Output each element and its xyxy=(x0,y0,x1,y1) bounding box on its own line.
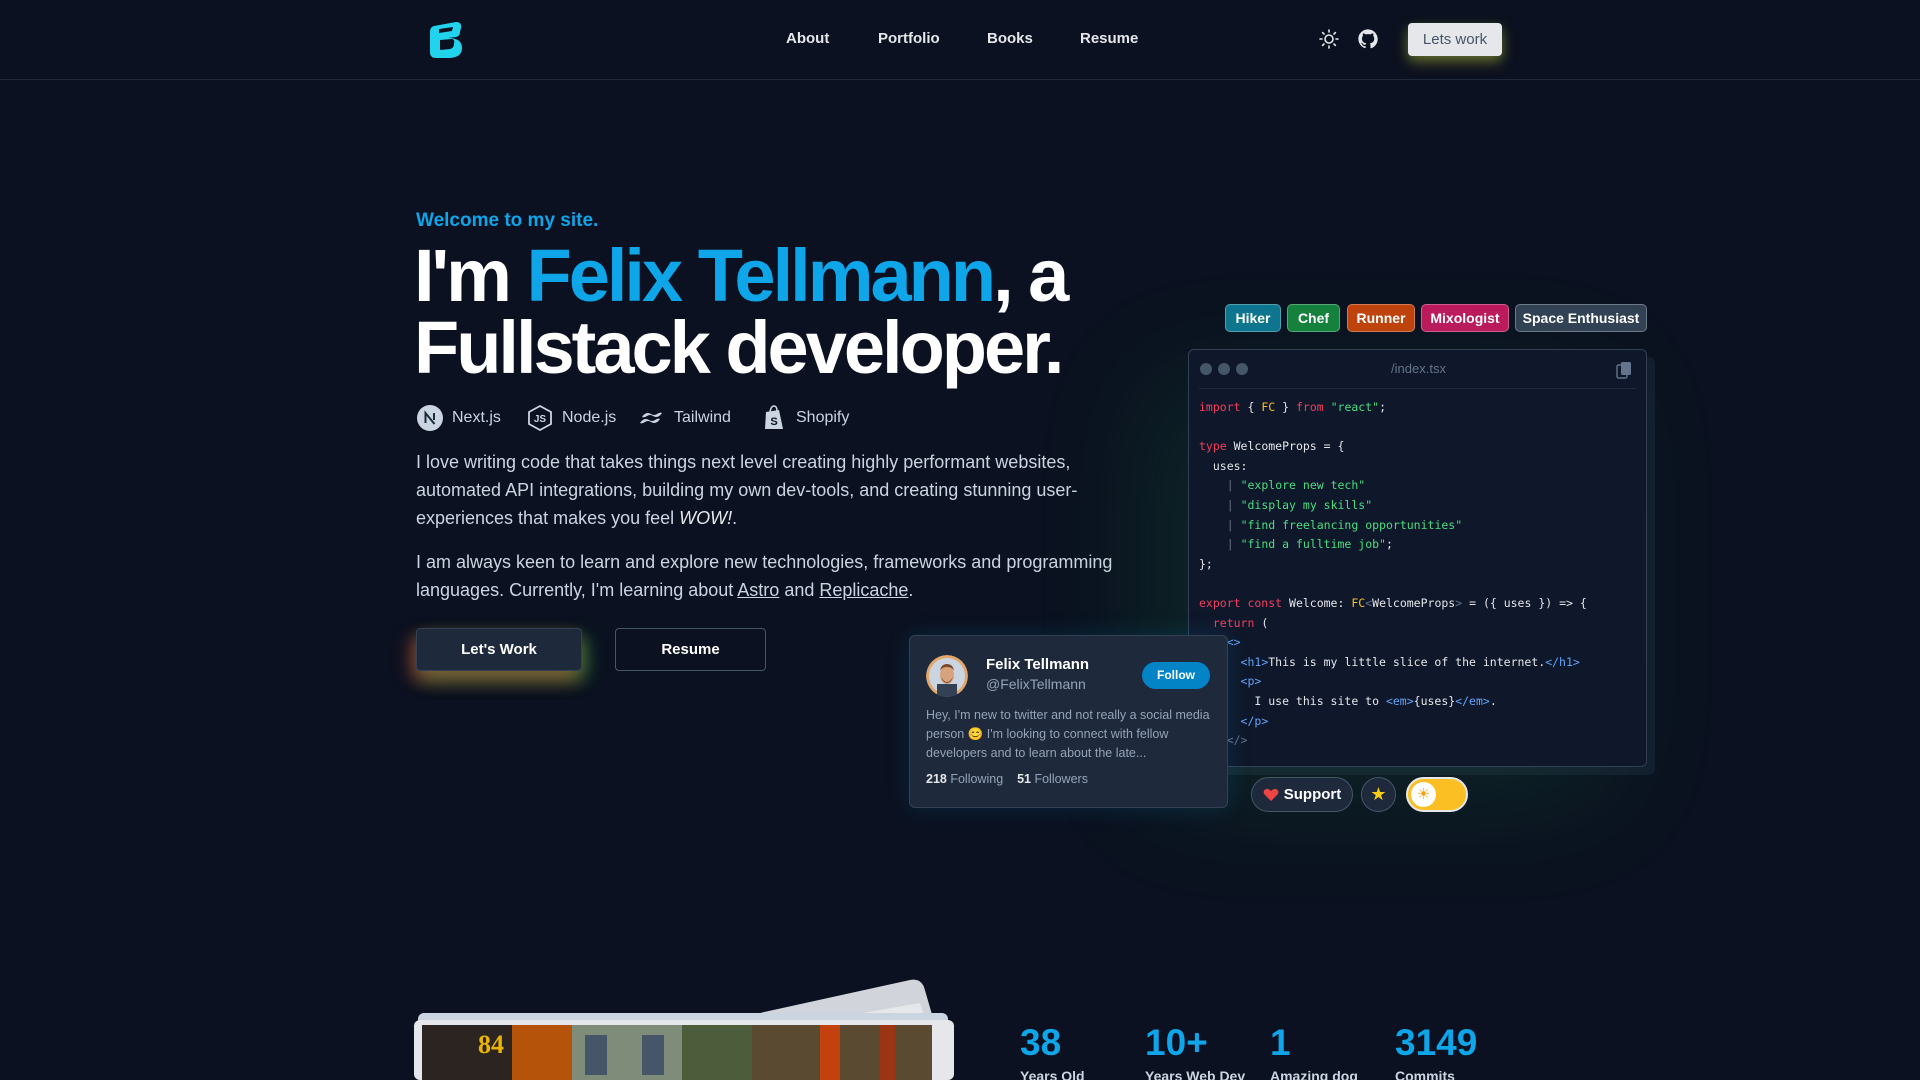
following-count[interactable]: 218 xyxy=(926,772,947,786)
stat-label: Years Old xyxy=(1020,1068,1085,1080)
nextjs-icon xyxy=(417,405,443,431)
logo-icon[interactable] xyxy=(424,18,468,62)
code-divider xyxy=(1199,388,1636,389)
learning-and: and xyxy=(779,580,820,600)
stat-value: 10+ xyxy=(1145,1022,1208,1063)
learning-paragraph: I am always keen to learn and explore ne… xyxy=(416,548,1136,604)
photo-house-number: 84 xyxy=(478,1030,504,1059)
stat-value: 1 xyxy=(1270,1022,1291,1063)
lets-work-nav-button[interactable]: Lets work xyxy=(1408,23,1502,56)
intro-period: . xyxy=(732,508,738,528)
nodejs-icon: JS xyxy=(528,404,552,432)
sun-icon: ☀ xyxy=(1411,782,1436,807)
headline-name: Felix Tellmann xyxy=(526,234,997,317)
stat-label: Amazing dog xyxy=(1270,1068,1358,1080)
nav-link-portfolio[interactable]: Portfolio xyxy=(878,30,940,47)
theme-toggle[interactable]: ☀ xyxy=(1406,777,1468,812)
svg-text:JS: JS xyxy=(534,414,547,425)
welcome-text: Welcome to my site. xyxy=(416,210,599,231)
nav-link-resume[interactable]: Resume xyxy=(1080,30,1138,47)
lets-work-button[interactable]: Let's Work xyxy=(416,628,582,671)
headline-prefix: I'm xyxy=(414,234,527,317)
tech-label: Shopify xyxy=(796,409,850,426)
tech-label: Next.js xyxy=(452,409,501,426)
following-label[interactable]: Following xyxy=(950,772,1003,786)
tag-mixologist: Mixologist xyxy=(1421,304,1509,332)
stat-value: 3149 xyxy=(1395,1022,1478,1063)
top-navbar: About Portfolio Books Resume Lets work xyxy=(0,0,1920,80)
stat-label: Years Web Dev xyxy=(1145,1068,1246,1080)
code-window: /index.tsx import { FC } from "react"; t… xyxy=(1188,349,1647,767)
intro-text: I love writing code that takes things ne… xyxy=(416,452,1078,528)
twitter-name: Felix Tellmann xyxy=(986,656,1090,673)
follow-button[interactable]: Follow xyxy=(1142,662,1210,689)
heart-icon xyxy=(1263,788,1279,801)
code-snippet: import { FC } from "react"; type Welcome… xyxy=(1199,400,1587,748)
page-title: I'm Felix Tellmann, a Fullstack develope… xyxy=(414,239,1134,385)
svg-text:S: S xyxy=(770,416,777,428)
followers-label[interactable]: Followers xyxy=(1034,772,1088,786)
tech-label: Node.js xyxy=(562,409,617,426)
resume-button[interactable]: Resume xyxy=(615,628,766,671)
tag-hiker: Hiker xyxy=(1225,304,1281,332)
tag-chef: Chef xyxy=(1287,304,1340,332)
twitter-bio: Hey, I'm new to twitter and not really a… xyxy=(926,708,1210,760)
nav-link-about[interactable]: About xyxy=(786,30,829,47)
github-icon[interactable] xyxy=(1357,28,1379,50)
sun-icon[interactable] xyxy=(1318,28,1340,50)
twitter-stats: 218 Following 51 Followers xyxy=(926,772,1088,786)
tech-item-tailwind: Tailwind xyxy=(638,403,731,433)
tag-space-enthusiast: Space Enthusiast xyxy=(1515,304,1647,332)
shopify-icon: S xyxy=(765,405,783,429)
code-filename: /index.tsx xyxy=(1391,361,1446,376)
headline-suffix: , a xyxy=(993,234,1069,317)
headline-line2: Fullstack developer. xyxy=(414,306,1064,389)
learning-period: . xyxy=(908,580,914,600)
copy-icon[interactable] xyxy=(1616,361,1632,379)
tailwind-icon xyxy=(640,412,662,424)
tech-item-nodejs: JS Node.js xyxy=(526,403,616,433)
tech-label: Tailwind xyxy=(674,409,731,426)
stat-value: 38 xyxy=(1020,1022,1062,1063)
replicache-link[interactable]: Replicache xyxy=(819,580,908,600)
star-button[interactable]: ★ xyxy=(1361,777,1396,812)
support-label: Support xyxy=(1283,786,1342,803)
support-button[interactable]: Support xyxy=(1251,777,1353,812)
intro-emphasis: WOW! xyxy=(679,508,733,528)
nav-link-books[interactable]: Books xyxy=(987,30,1033,47)
stat-label: Commits xyxy=(1395,1068,1455,1080)
star-icon: ★ xyxy=(1370,784,1387,804)
intro-paragraph: I love writing code that takes things ne… xyxy=(416,448,1136,532)
tech-item-shopify: S Shopify xyxy=(760,403,849,433)
avatar[interactable] xyxy=(926,655,968,697)
photo-stack: 84 xyxy=(414,979,954,1080)
twitter-handle[interactable]: @FelixTellmann xyxy=(986,676,1086,692)
astro-link[interactable]: Astro xyxy=(737,580,779,600)
tech-item-nextjs: Next.js xyxy=(416,403,501,433)
tag-runner: Runner xyxy=(1347,304,1415,332)
followers-count[interactable]: 51 xyxy=(1017,772,1031,786)
twitter-profile-card: Felix Tellmann @FelixTellmann Follow Hey… xyxy=(909,635,1228,808)
